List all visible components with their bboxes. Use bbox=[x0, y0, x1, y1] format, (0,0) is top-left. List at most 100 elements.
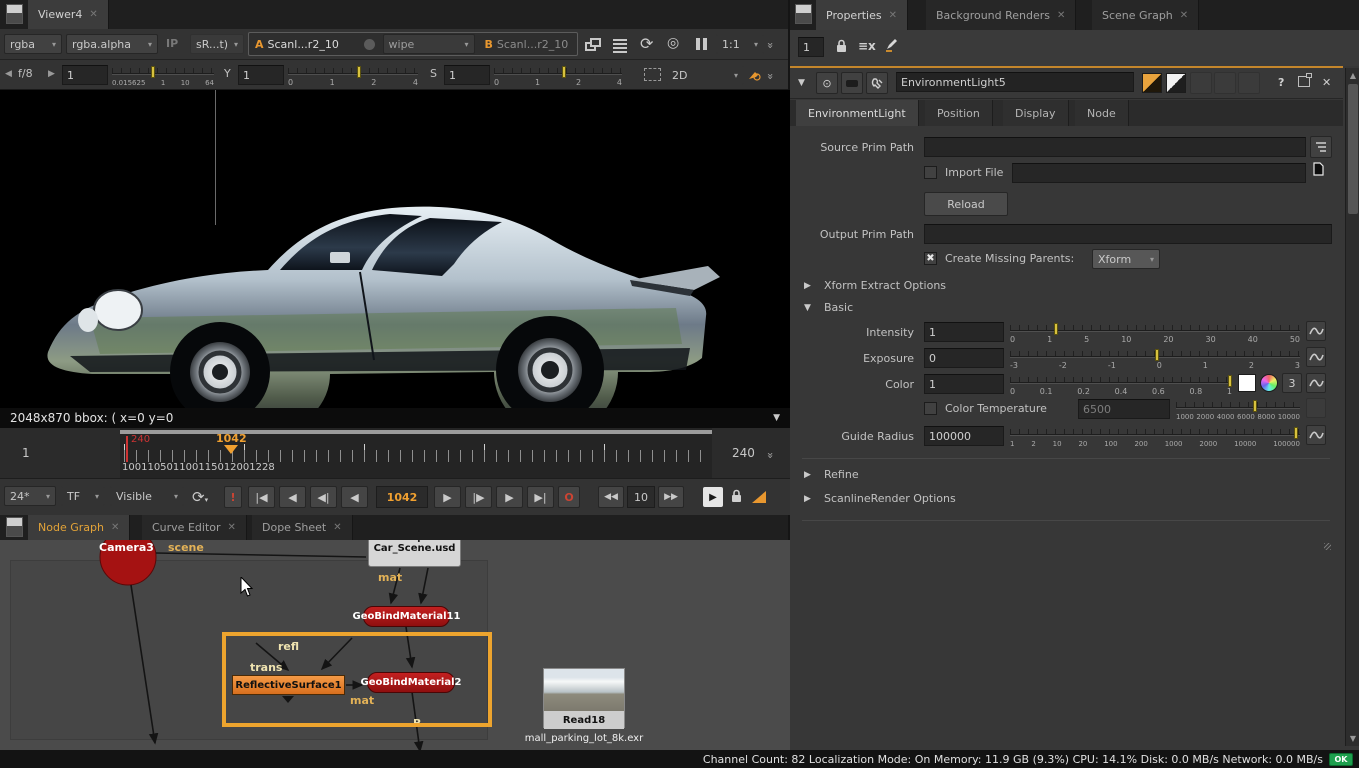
fps-select[interactable]: 24*▾ bbox=[4, 486, 56, 506]
color-temperature-slider[interactable]: 1000200040006000800010000 bbox=[1176, 398, 1300, 420]
scanline-expander[interactable]: ▶ bbox=[804, 494, 811, 504]
reflective-surface-node[interactable]: ReflectiveSurface1 bbox=[232, 675, 345, 695]
input-b-badge[interactable]: B bbox=[485, 38, 493, 51]
resize-grip[interactable] bbox=[1324, 543, 1331, 550]
collapse-timeline-icon[interactable]: » bbox=[764, 452, 777, 457]
exposure-input[interactable] bbox=[924, 348, 1004, 368]
lock-range-icon[interactable] bbox=[729, 489, 744, 504]
close-icon[interactable]: ✕ bbox=[228, 522, 236, 533]
import-file-input[interactable] bbox=[1012, 163, 1306, 183]
node-shape-icon[interactable] bbox=[841, 72, 863, 94]
tab-node-graph[interactable]: Node Graph ✕ bbox=[28, 515, 130, 540]
node-name-input[interactable] bbox=[896, 72, 1134, 92]
exposure-slider[interactable]: -3-2-10123 bbox=[1010, 347, 1300, 369]
collapse-toolbar-icon[interactable]: » bbox=[764, 73, 777, 78]
color-temperature-curve-icon[interactable] bbox=[1306, 398, 1326, 418]
guide-radius-input[interactable] bbox=[924, 426, 1004, 446]
skip-back-button[interactable]: ◀◀ bbox=[598, 486, 624, 508]
in-marker[interactable] bbox=[126, 436, 128, 462]
tab-background-renders[interactable]: Background Renders ✕ bbox=[926, 0, 1076, 30]
color-temperature-checkbox[interactable] bbox=[924, 402, 937, 415]
timeline-ruler[interactable]: 100110501100115012001228 240 1042 bbox=[120, 428, 712, 478]
visible-select[interactable]: Visible▾ bbox=[110, 486, 184, 506]
ab-swap-dot-icon[interactable] bbox=[364, 39, 375, 50]
guide-radius-slider[interactable]: 1210201002001000200010000100000 bbox=[1010, 425, 1300, 447]
current-frame-display[interactable]: 1042 bbox=[376, 486, 428, 508]
color-temperature-input[interactable] bbox=[1078, 399, 1170, 419]
panel-grip-icon[interactable] bbox=[795, 4, 812, 24]
center-node-icon[interactable]: ⊙ bbox=[816, 72, 838, 94]
help-button[interactable]: ? bbox=[1278, 76, 1284, 89]
close-icon[interactable]: ✕ bbox=[1180, 10, 1188, 21]
file-browser-icon[interactable] bbox=[1311, 162, 1326, 177]
playhead-marker[interactable] bbox=[224, 445, 238, 454]
create-missing-parents-select[interactable]: Xform▾ bbox=[1092, 249, 1160, 269]
panel-color-swatch[interactable] bbox=[1166, 73, 1186, 93]
geobind2-node[interactable]: GeoBindMaterial2 bbox=[367, 672, 455, 693]
revert-icon[interactable] bbox=[1238, 72, 1260, 94]
saturation-input[interactable] bbox=[444, 65, 490, 85]
colorspace-select[interactable]: sR...t)▾ bbox=[190, 34, 244, 54]
reload-button[interactable]: Reload bbox=[924, 192, 1008, 216]
view-mode-select[interactable]: 2D▾ bbox=[666, 65, 744, 85]
range-start-value[interactable]: 1 bbox=[22, 446, 30, 460]
close-icon[interactable]: ✕ bbox=[89, 9, 97, 20]
range-end-value[interactable]: 240 bbox=[732, 446, 755, 460]
lock-panels-icon[interactable] bbox=[834, 39, 849, 54]
gain-slider[interactable]: 0.01562511064 bbox=[112, 64, 214, 86]
close-icon[interactable]: ✕ bbox=[111, 522, 119, 533]
color-curve-icon[interactable] bbox=[1306, 373, 1326, 393]
fstop-prev-icon[interactable]: ◀ bbox=[5, 69, 12, 79]
fstop-next-icon[interactable]: ▶ bbox=[48, 69, 55, 79]
clear-panels-icon[interactable]: ≡x bbox=[858, 39, 876, 53]
tab-display[interactable]: Display bbox=[1003, 100, 1069, 126]
skip-forward-button[interactable]: ▶▶ bbox=[658, 486, 684, 508]
color-slider[interactable]: 00.10.20.40.60.81 bbox=[1010, 373, 1232, 395]
pause-renders-icon[interactable] bbox=[694, 38, 708, 53]
tab-scene-graph[interactable]: Scene Graph ✕ bbox=[1092, 0, 1199, 30]
loop-mode-icon[interactable]: ⟳▾ bbox=[192, 488, 208, 506]
close-icon[interactable]: ✕ bbox=[889, 10, 897, 21]
wrench-icon[interactable] bbox=[866, 72, 888, 94]
next-keyframe-button[interactable]: ▶ bbox=[496, 486, 523, 508]
input-process-button[interactable]: IP bbox=[166, 37, 178, 50]
redo-icon[interactable] bbox=[1214, 72, 1236, 94]
layer-select[interactable]: rgba.alpha▾ bbox=[66, 34, 158, 54]
gamma-input[interactable] bbox=[238, 65, 284, 85]
tab-curve-editor[interactable]: Curve Editor ✕ bbox=[142, 515, 247, 540]
collapse-toolbar-icon[interactable]: » bbox=[764, 42, 777, 47]
basic-expander[interactable]: ▼ bbox=[804, 303, 811, 313]
go-to-start-button[interactable]: |◀ bbox=[248, 486, 275, 508]
tab-viewer4[interactable]: Viewer4 ✕ bbox=[28, 0, 109, 29]
play-backward-button[interactable]: ◀ bbox=[341, 486, 368, 508]
roi-marquee-icon[interactable] bbox=[644, 68, 661, 81]
proxy-mode-icon[interactable] bbox=[585, 38, 601, 51]
gamma-slider[interactable]: 0124 bbox=[288, 64, 418, 86]
import-file-checkbox[interactable] bbox=[924, 166, 937, 179]
source-prim-path-input[interactable] bbox=[924, 137, 1306, 157]
flipbook-icon[interactable]: ▶ bbox=[703, 487, 723, 507]
guide-radius-curve-icon[interactable] bbox=[1306, 425, 1326, 445]
panel-grip-icon[interactable] bbox=[6, 4, 23, 24]
camera-node-label[interactable]: Camera3 bbox=[99, 541, 154, 554]
info-dropdown-icon[interactable]: ▼ bbox=[773, 413, 780, 423]
color-sample-icon[interactable] bbox=[747, 67, 761, 81]
step-forward-button[interactable]: |▶ bbox=[465, 486, 492, 508]
close-icon[interactable]: ✕ bbox=[333, 522, 341, 533]
ramp-icon[interactable] bbox=[752, 491, 766, 503]
scrollbar-thumb[interactable] bbox=[1348, 84, 1358, 214]
gain-input[interactable] bbox=[62, 65, 108, 85]
channels-select[interactable]: rgba▾ bbox=[4, 34, 62, 54]
frame-increment-input[interactable]: 10 bbox=[627, 486, 655, 508]
tab-properties[interactable]: Properties ✕ bbox=[816, 0, 908, 30]
prev-keyframe-button[interactable]: ◀ bbox=[279, 486, 306, 508]
input-b-value[interactable]: Scanl...r2_10 bbox=[497, 38, 568, 51]
panel-grip-icon[interactable] bbox=[6, 517, 23, 537]
stop-button[interactable]: O bbox=[558, 486, 580, 508]
tab-dope-sheet[interactable]: Dope Sheet ✕ bbox=[252, 515, 353, 540]
go-to-end-button[interactable]: ▶| bbox=[527, 486, 554, 508]
scanline-mode-icon[interactable] bbox=[613, 37, 627, 55]
color-input[interactable] bbox=[924, 374, 1004, 394]
input-a-badge[interactable]: A bbox=[255, 38, 264, 51]
geobind11-node[interactable]: GeoBindMaterial11 bbox=[363, 606, 450, 627]
